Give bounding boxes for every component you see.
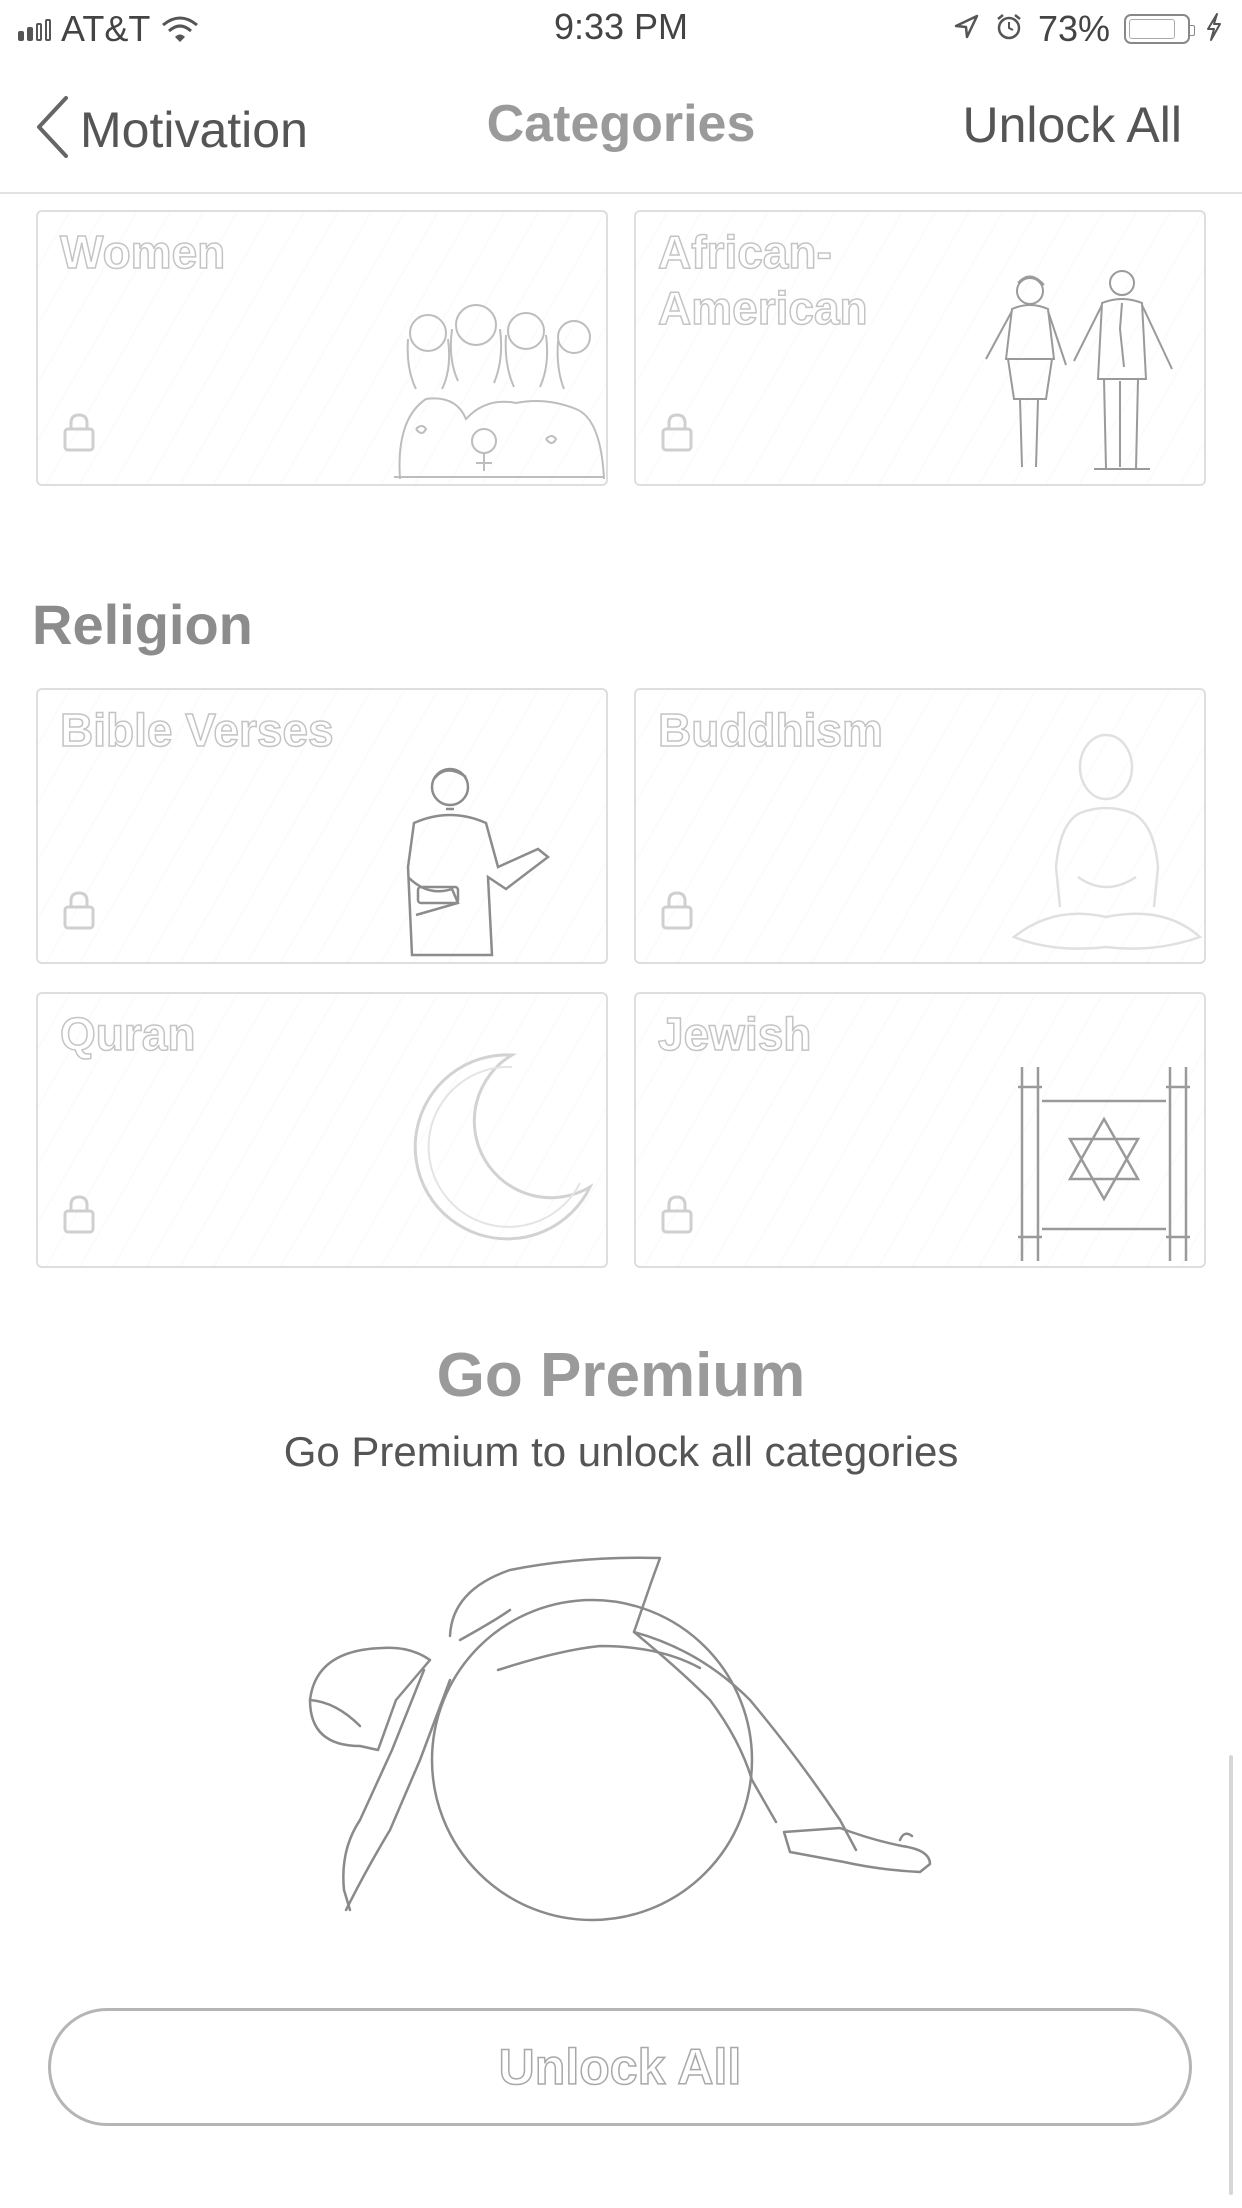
location-icon <box>952 13 980 46</box>
lock-icon <box>660 411 694 458</box>
yoga-ball-stretch-illustration <box>300 1550 950 1955</box>
unlock-all-button-label: Unlock All <box>498 2038 742 2096</box>
unlock-all-button[interactable]: Unlock All <box>48 2008 1192 2126</box>
lock-icon <box>62 1193 96 1240</box>
lock-icon <box>62 411 96 458</box>
premium-subtitle: Go Premium to unlock all categories <box>283 1428 959 1475</box>
section-title-religion: Religion <box>32 593 253 656</box>
battery-icon <box>1124 14 1195 44</box>
women-group-illustration <box>386 299 606 484</box>
premium-title: Go Premium <box>436 1341 806 1410</box>
category-card-quran[interactable]: Quran <box>36 992 608 1268</box>
category-card-african-american[interactable]: African-American <box>634 210 1206 486</box>
category-card-women[interactable]: Women <box>36 210 608 486</box>
category-title: Quran <box>59 1007 196 1061</box>
lock-icon <box>660 889 694 936</box>
couple-illustration <box>974 269 1204 484</box>
torah-scroll-illustration <box>1004 1061 1204 1266</box>
category-title: African-American <box>657 225 868 335</box>
navigation-bar: Motivation Categories Unlock All <box>0 62 1242 194</box>
alarm-icon <box>994 12 1024 47</box>
buddha-illustration <box>994 727 1204 962</box>
category-card-buddhism[interactable]: Buddhism <box>634 688 1206 964</box>
charging-icon <box>1204 12 1224 47</box>
crescent-moon-illustration <box>400 1047 600 1252</box>
lock-icon <box>660 1193 694 1240</box>
category-title: Women <box>59 225 226 279</box>
lock-icon <box>62 889 96 936</box>
category-card-bible-verses[interactable]: Bible Verses <box>36 688 608 964</box>
category-title: Jewish <box>657 1007 812 1061</box>
preacher-illustration <box>388 757 578 962</box>
unlock-all-nav-button[interactable]: Unlock All <box>962 96 1182 154</box>
battery-percent: 73% <box>1037 8 1110 49</box>
category-card-jewish[interactable]: Jewish <box>634 992 1206 1268</box>
scrollbar[interactable] <box>1229 1755 1233 2195</box>
status-bar: AT&T 9:33 PM 73% <box>0 0 1242 62</box>
category-title: Bible Verses <box>59 703 334 757</box>
status-right: 73% <box>952 8 1224 50</box>
